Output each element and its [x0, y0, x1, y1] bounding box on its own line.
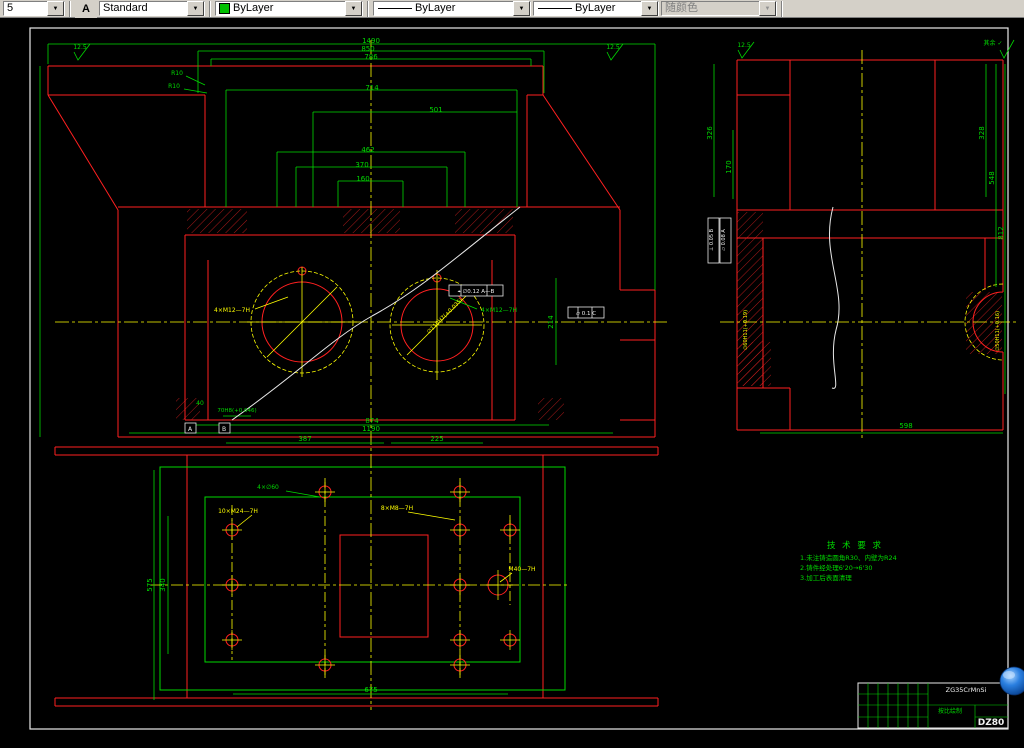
dim-label: 40 — [196, 400, 204, 407]
dim-label: 12.5 — [737, 42, 751, 49]
tech-requirements: 技 术 要 求 1.未注铸造圆角R30、内壁为R24 2.铸件经处理6'20→6… — [800, 540, 897, 582]
dim-label: 225 — [430, 435, 443, 443]
plan-view-outline — [54, 446, 659, 707]
dim-label: 其余 ✓ — [984, 39, 1003, 47]
layer-combo-value: 5 — [7, 2, 14, 14]
dim-label: ▱ 0.1 C — [576, 311, 596, 317]
dim-label: 714 — [365, 84, 379, 92]
centerlines — [55, 40, 1018, 710]
dim-label: 12.5 — [606, 44, 620, 51]
color-swatch-icon — [219, 3, 230, 14]
chevron-down-icon[interactable]: ▼ — [345, 1, 362, 16]
text-style-button[interactable]: A — [75, 0, 97, 18]
title-block: ZG35CrMnSi 按比绘制 DZ80 — [857, 682, 1009, 729]
dim-label: 4×∅60 — [257, 484, 279, 491]
dim-label: 214 — [547, 315, 555, 329]
linetype-combo[interactable]: ByLayer ▼ — [373, 1, 531, 16]
dim-label: 874 — [365, 417, 379, 425]
dim-label: 575 — [146, 578, 154, 591]
side-view-outline — [736, 59, 1004, 431]
dimension-labels: 1490850786 714 501 462 370 160 12.5 12.5 R10 R10 4… — [73, 37, 1005, 694]
dim-label: 812 — [997, 226, 1005, 239]
dim-label: 8×M8—7H — [381, 505, 413, 512]
drawing-canvas[interactable]: 技 术 要 求 1.未注铸造圆角R30、内壁为R24 2.铸件经处理6'20→6… — [0, 18, 1024, 743]
tech-requirement-line: 3.加工后表面清理 — [800, 573, 852, 582]
chevron-down-icon[interactable]: ▼ — [641, 1, 658, 16]
color-combo-value: ByLayer — [233, 2, 274, 14]
dim-label: 501 — [429, 106, 442, 114]
dim-label: ∅110H7(+0.035) — [426, 297, 464, 335]
dim-label: ∅50H11(+0.16) — [995, 311, 1001, 351]
dim-label: 387 — [298, 435, 311, 443]
dim-label: 850 — [361, 45, 374, 53]
blue-app-icon[interactable] — [999, 666, 1024, 696]
toolbar-separator — [367, 0, 369, 17]
feature-control-frames — [184, 217, 732, 434]
leader-lines — [236, 296, 513, 583]
dim-label: M40—7H — [508, 566, 535, 573]
dim-label: 326 — [706, 126, 714, 140]
chevron-down-icon[interactable]: ▼ — [513, 1, 530, 16]
lineweight-combo[interactable]: ByLayer ▼ — [533, 1, 659, 16]
dim-label: 328 — [978, 126, 986, 139]
dim-label: 786 — [364, 53, 378, 61]
text-style-icon: A — [82, 2, 90, 15]
front-view-outline — [47, 65, 656, 438]
toolbar-separator — [69, 0, 71, 17]
dim-label: 12.5 — [73, 44, 87, 51]
layer-combo[interactable]: 5 ▼ — [3, 1, 65, 16]
dim-label: 1490 — [362, 37, 380, 45]
dim-label: R10 — [168, 83, 180, 90]
tech-requirements-title: 技 术 要 求 — [827, 540, 883, 551]
chevron-down-icon[interactable]: ▼ — [187, 1, 204, 16]
dim-label: 462 — [361, 146, 374, 154]
dim-label: 1190 — [362, 425, 380, 433]
dim-label: 170 — [725, 160, 733, 173]
chevron-down-icon: ▼ — [759, 1, 776, 16]
dim-label: R10 — [171, 70, 183, 77]
dim-label: 340 — [159, 578, 167, 591]
color-combo[interactable]: ByLayer ▼ — [215, 1, 363, 16]
lineweight-combo-value: ByLayer — [575, 2, 616, 14]
text-style-combo-value: Standard — [103, 2, 148, 14]
dim-label: 4×M12—7H — [481, 307, 517, 314]
plotstyle-combo-value: 随颜色 — [665, 2, 698, 14]
dim-label: 598 — [899, 422, 912, 430]
dim-label: 70H8(+0.046) — [217, 408, 256, 414]
title-block-code: DZ80 — [978, 718, 1005, 728]
object-properties-toolbar: 5 ▼ A Standard ▼ ByLayer ▼ ByLayer ▼ ByL… — [0, 0, 1024, 18]
dim-label: ⌖ ∅0.12 A—B — [458, 289, 495, 295]
dim-label: 548 — [988, 171, 996, 184]
dim-label: 160 — [356, 175, 369, 183]
sheet-frame — [29, 27, 1009, 730]
title-block-material: ZG35CrMnSi — [946, 686, 987, 694]
dim-label: 4×M12—7H — [214, 307, 250, 314]
chevron-down-icon[interactable]: ▼ — [47, 1, 64, 16]
tech-requirement-line: 2.铸件经处理6'20→6'30 — [800, 563, 873, 572]
tech-requirement-line: 1.未注铸造圆角R30、内壁为R24 — [800, 553, 897, 562]
dim-label: B — [222, 426, 226, 433]
title-block-note: 按比绘制 — [938, 707, 962, 715]
linetype-sample-icon — [378, 8, 412, 9]
dim-label: 370 — [355, 161, 368, 169]
text-style-combo[interactable]: Standard ▼ — [99, 1, 205, 16]
linetype-combo-value: ByLayer — [415, 2, 456, 14]
dim-label: ⊥ 0.05 B — [709, 228, 715, 251]
dim-label: 10×M24—7H — [218, 508, 258, 515]
dim-label: ∅60H11(+0.19) — [743, 310, 749, 350]
dim-label: 675 — [364, 686, 377, 694]
toolbar-separator — [781, 0, 783, 17]
dim-label: ▱ 0.08 A — [721, 229, 727, 251]
cad-drawing: 技 术 要 求 1.未注铸造圆角R30、内壁为R24 2.铸件经处理6'20→6… — [29, 27, 1024, 730]
toolbar-separator — [209, 0, 211, 17]
plotstyle-combo: 随颜色 ▼ — [661, 1, 777, 16]
lineweight-sample-icon — [538, 8, 572, 9]
